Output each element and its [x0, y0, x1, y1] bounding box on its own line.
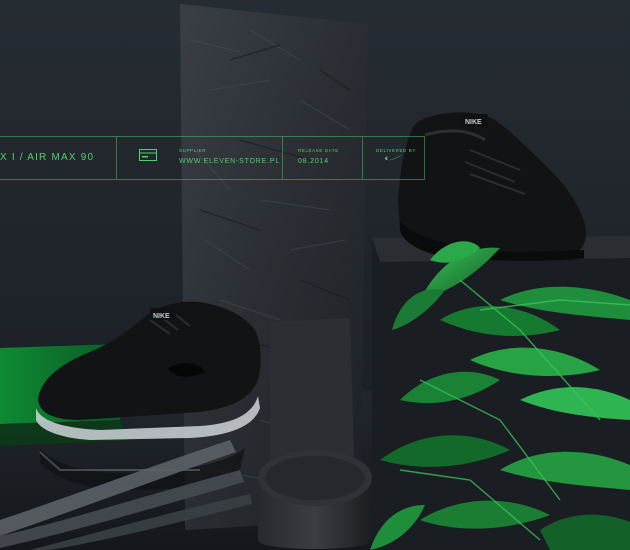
supplier-value: WWW.ELEVEN-STORE.PL: [179, 158, 281, 165]
product-photo: NIKE NIKE: [0, 0, 630, 550]
release-label: RELEASE DATE: [298, 148, 339, 153]
swoosh-icon: [384, 153, 405, 161]
supplier-label: SUPPLIER: [179, 148, 207, 153]
title-cell: X I / AIR MAX 90: [0, 137, 117, 179]
cylinder: [258, 450, 372, 549]
card-icon: [139, 149, 157, 161]
lower-tongue-logo: NIKE: [153, 313, 170, 320]
release-cell: RELEASE DATE 08.2014: [282, 137, 363, 179]
upper-tongue-logo: NIKE: [465, 119, 482, 126]
model-title: X I / AIR MAX 90: [0, 152, 95, 163]
release-value: 08.2014: [298, 158, 329, 165]
info-band: X I / AIR MAX 90 SUPPLIER WWW.ELEVEN-STO…: [0, 136, 425, 180]
